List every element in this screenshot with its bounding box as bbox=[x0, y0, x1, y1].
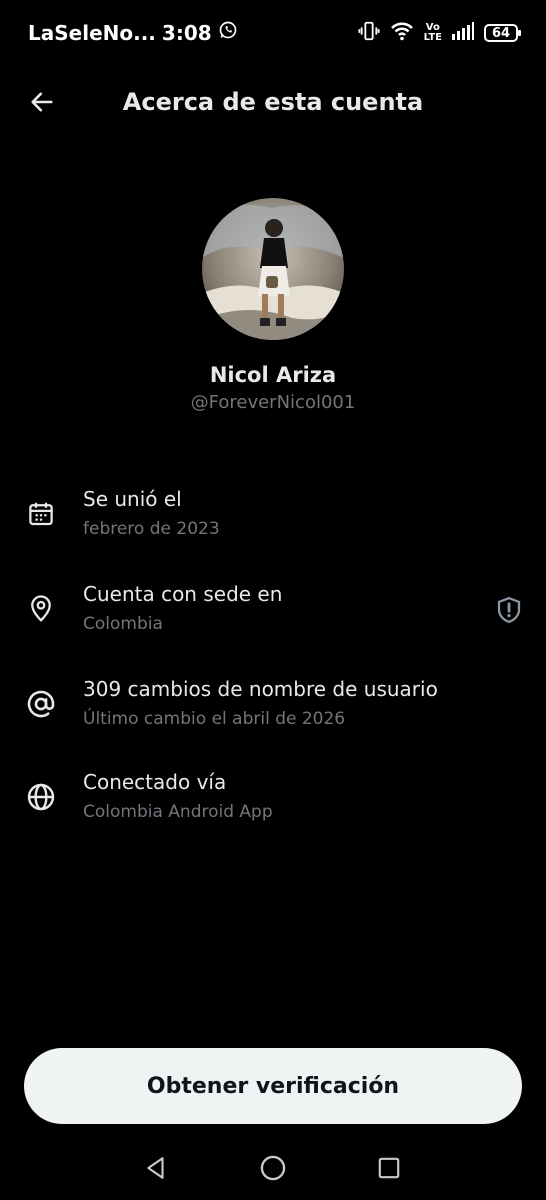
triangle-back-icon bbox=[143, 1155, 169, 1185]
status-left: LaSeleNo... 3:08 bbox=[28, 20, 238, 45]
calendar-icon bbox=[24, 497, 58, 531]
info-row-location: Cuenta con sede en Colombia bbox=[0, 580, 546, 660]
carrier-name: LaSeleNo... bbox=[28, 20, 156, 45]
at-sign-icon bbox=[24, 687, 58, 721]
header: Acerca de esta cuenta bbox=[0, 72, 546, 136]
username-changes-title: 309 cambios de nombre de usuario bbox=[83, 677, 438, 701]
avatar[interactable] bbox=[202, 198, 344, 340]
connected-title: Conectado vía bbox=[83, 770, 227, 794]
status-bar: LaSeleNo... 3:08 Vo LTE 64 bbox=[0, 0, 546, 64]
last-change: Último cambio el abril de 2026 bbox=[83, 709, 346, 729]
circle-home-icon bbox=[259, 1154, 287, 1186]
vibrate-icon bbox=[358, 20, 380, 46]
username-handle: @ForeverNicol001 bbox=[190, 392, 356, 413]
info-row-joined: Se unió el febrero de 2023 bbox=[0, 485, 546, 565]
shield-alert-icon[interactable] bbox=[492, 593, 526, 627]
clock: 3:08 bbox=[161, 20, 212, 45]
battery-level: 64 bbox=[491, 25, 511, 41]
nav-back-button[interactable] bbox=[140, 1154, 172, 1186]
connected-app: Colombia Android App bbox=[83, 802, 273, 822]
location-pin-icon bbox=[24, 592, 58, 626]
whatsapp-icon bbox=[218, 20, 238, 45]
info-row-username-changes: 309 cambios de nombre de usuario Último … bbox=[0, 675, 546, 755]
wifi-icon bbox=[390, 21, 414, 45]
status-right: Vo LTE 64 bbox=[358, 20, 521, 46]
battery-icon: 64 bbox=[484, 24, 521, 42]
get-verification-button[interactable]: Obtener verificación bbox=[24, 1048, 522, 1124]
get-verification-label: Obtener verificación bbox=[146, 1073, 400, 1099]
display-name: Nicol Ariza bbox=[209, 363, 337, 387]
signal-icon bbox=[452, 22, 474, 44]
volte-bottom: LTE bbox=[423, 32, 442, 43]
volte-indicator: Vo LTE bbox=[424, 23, 442, 43]
joined-date: febrero de 2023 bbox=[83, 519, 220, 539]
nav-recents-button[interactable] bbox=[373, 1154, 405, 1186]
square-recents-icon bbox=[376, 1155, 402, 1185]
joined-title: Se unió el bbox=[83, 487, 182, 511]
nav-home-button[interactable] bbox=[257, 1154, 289, 1186]
info-row-connected-via: Conectado vía Colombia Android App bbox=[0, 770, 546, 850]
location-country: Colombia bbox=[83, 614, 163, 634]
globe-icon bbox=[24, 780, 58, 814]
page-title: Acerca de esta cuenta bbox=[122, 88, 424, 116]
location-title: Cuenta con sede en bbox=[83, 582, 283, 606]
system-nav-bar bbox=[0, 1140, 546, 1200]
